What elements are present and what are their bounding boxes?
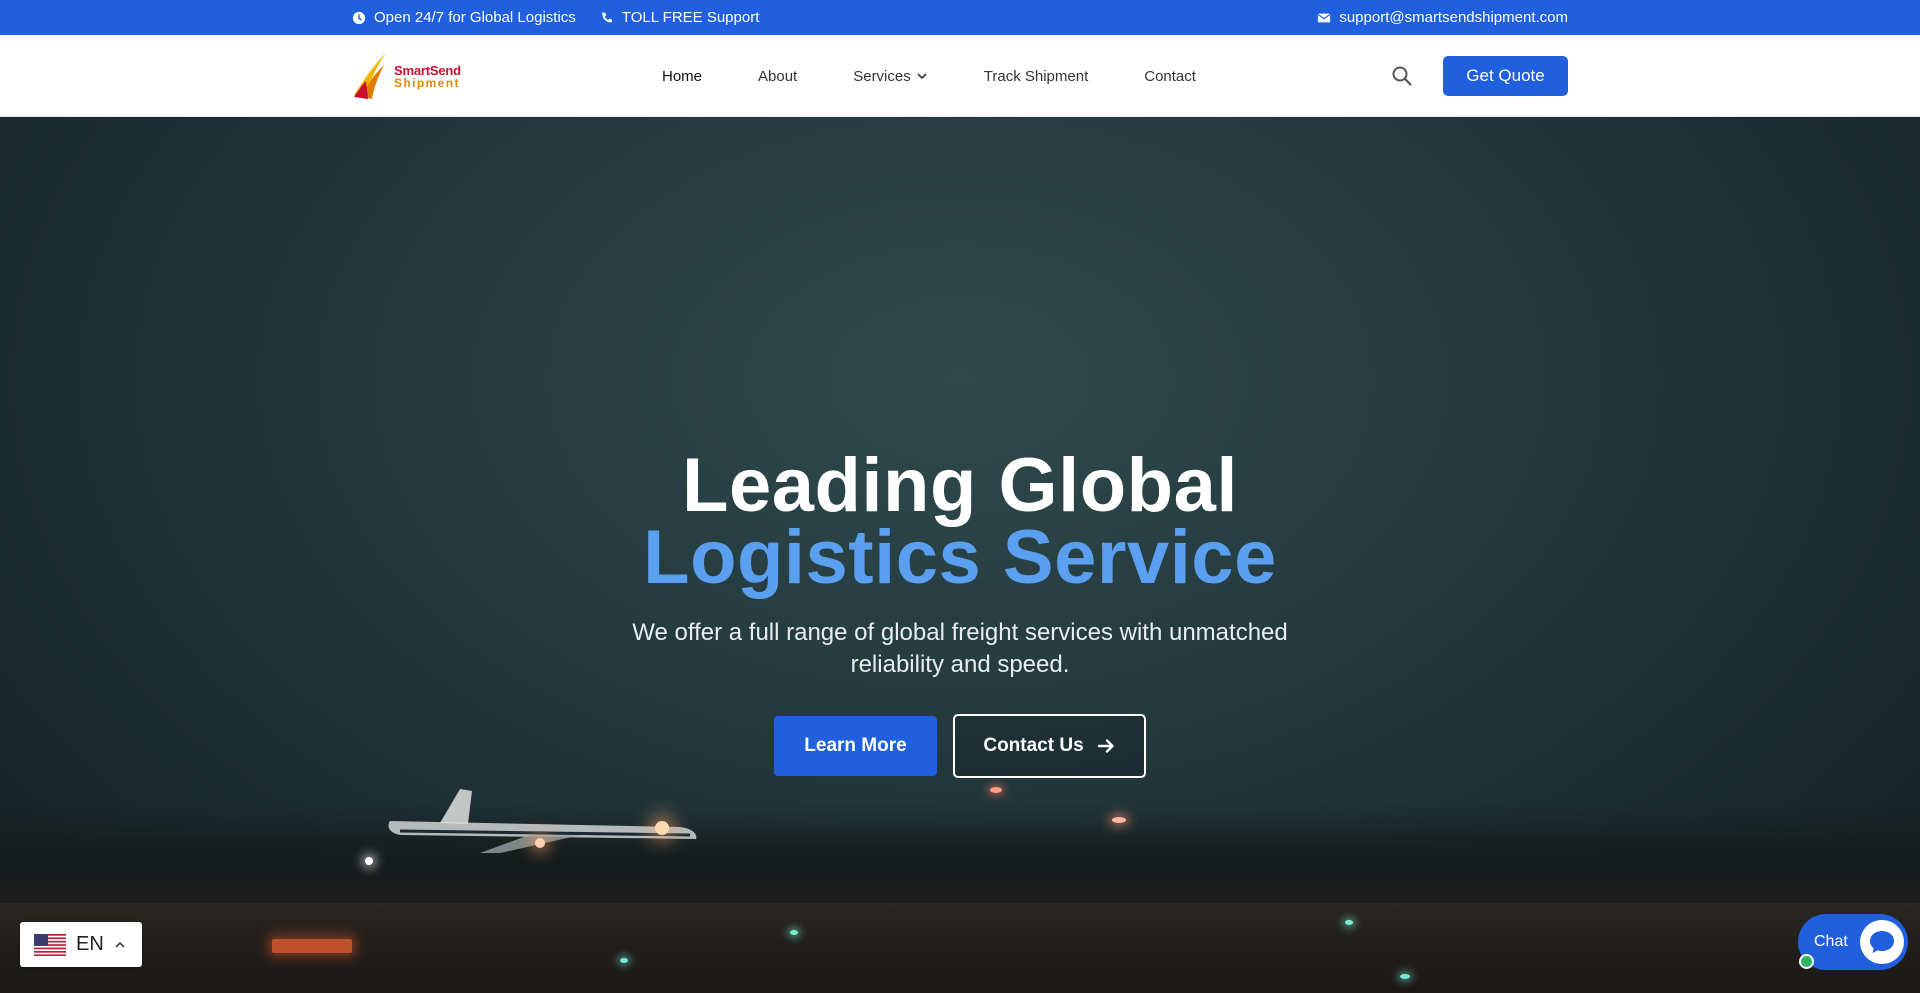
us-flag-icon bbox=[34, 933, 66, 956]
nav-contact[interactable]: Contact bbox=[1144, 68, 1196, 85]
chevron-up-icon bbox=[115, 941, 125, 948]
chat-widget[interactable]: Chat bbox=[1798, 914, 1908, 970]
arrow-right-icon bbox=[1097, 739, 1114, 753]
nav-home[interactable]: Home bbox=[662, 68, 702, 85]
language-code: EN bbox=[76, 933, 104, 955]
nav-services-label: Services bbox=[853, 67, 911, 85]
hours-info: Open 24/7 for Global Logistics bbox=[352, 9, 576, 26]
hero-section: Leading Global Logistics Service We offe… bbox=[0, 117, 1920, 993]
nav-services[interactable]: Services bbox=[853, 68, 928, 85]
chevron-down-icon bbox=[917, 73, 927, 80]
online-status-dot bbox=[1799, 954, 1814, 969]
email-text: support@smartsendshipment.com bbox=[1339, 9, 1568, 26]
chat-bubble bbox=[1860, 920, 1904, 964]
hours-text: Open 24/7 for Global Logistics bbox=[374, 9, 576, 26]
site-header: SmartSend Shipment Home About Services T… bbox=[0, 35, 1920, 117]
clock-icon bbox=[352, 11, 366, 24]
email-info[interactable]: support@smartsendshipment.com bbox=[1317, 9, 1568, 26]
get-quote-button[interactable]: Get Quote bbox=[1443, 56, 1568, 96]
hero-content: Leading Global Logistics Service We offe… bbox=[0, 117, 1920, 993]
learn-more-button[interactable]: Learn More bbox=[774, 716, 937, 776]
top-info-bar: Open 24/7 for Global Logistics TOLL FREE… bbox=[0, 0, 1920, 35]
phone-text: TOLL FREE Support bbox=[621, 9, 760, 26]
envelope-icon bbox=[1318, 13, 1331, 22]
contact-us-button[interactable]: Contact Us bbox=[953, 714, 1146, 778]
hero-title-line2: Logistics Service bbox=[643, 515, 1277, 600]
nav-about[interactable]: About bbox=[758, 68, 797, 85]
chat-label: Chat bbox=[1814, 933, 1848, 950]
chat-bubble-icon bbox=[1870, 931, 1894, 953]
phone-info[interactable]: TOLL FREE Support bbox=[600, 9, 760, 26]
phone-icon bbox=[601, 11, 613, 22]
hero-subtitle: We offer a full range of global freight … bbox=[632, 619, 1288, 678]
language-selector[interactable]: EN bbox=[20, 922, 142, 967]
main-nav: Home About Services Track Shipment Conta… bbox=[662, 35, 1196, 117]
brand-name-line1: SmartSend bbox=[394, 62, 461, 78]
contact-us-label: Contact Us bbox=[983, 735, 1084, 756]
brand-name-line2: Shipment bbox=[394, 75, 460, 90]
search-icon[interactable] bbox=[1391, 65, 1413, 87]
nav-track-shipment[interactable]: Track Shipment bbox=[984, 68, 1088, 85]
brand-logo[interactable]: SmartSend Shipment bbox=[352, 48, 472, 104]
logo-swoosh-icon bbox=[354, 53, 386, 99]
